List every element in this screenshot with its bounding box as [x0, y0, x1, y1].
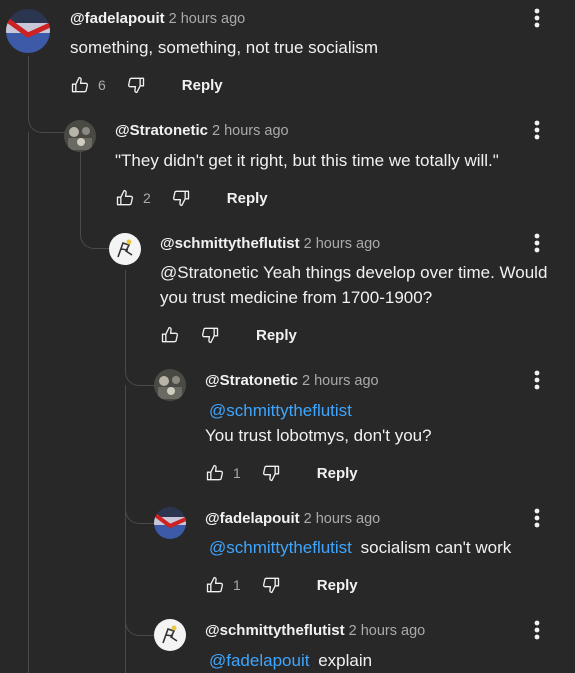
timestamp[interactable]: 2 hours ago: [304, 236, 381, 252]
more-vertical-icon[interactable]: [525, 231, 549, 255]
thread-connector: [125, 270, 154, 386]
thread-connector: [28, 132, 29, 673]
author-handle[interactable]: @Stratonetic: [205, 372, 298, 389]
comment-body: You trust lobotmys, don't you?: [205, 426, 432, 445]
timestamp[interactable]: 2 hours ago: [349, 623, 426, 639]
photo-avatar-icon: [154, 369, 186, 401]
comment-body: explain: [318, 651, 373, 670]
more-vertical-icon[interactable]: [525, 618, 549, 642]
flag-avatar-icon: [154, 507, 186, 539]
comment-actions: Reply: [158, 323, 297, 347]
comment-header: @schmittytheflutist 2 hours ago: [205, 622, 425, 639]
more-vertical-icon[interactable]: [525, 118, 549, 142]
reply-button[interactable]: Reply: [227, 190, 268, 207]
photo-avatar-icon: [64, 120, 96, 152]
mention-link[interactable]: @schmittytheflutist: [209, 538, 352, 557]
reply-button[interactable]: Reply: [317, 577, 358, 594]
timestamp[interactable]: 2 hours ago: [212, 123, 289, 139]
comment-text: something, something, not true socialism: [70, 38, 379, 57]
thread-connector: [80, 152, 109, 249]
thumbs-down-icon[interactable]: [124, 73, 148, 97]
author-handle[interactable]: @Stratonetic: [115, 122, 208, 139]
thread-connector: [125, 385, 126, 673]
avatar[interactable]: [6, 9, 50, 53]
thread-connector: [125, 490, 154, 524]
comment-header: @fadelapouit 2 hours ago: [70, 10, 245, 27]
author-handle[interactable]: @schmittytheflutist: [160, 235, 300, 252]
timestamp[interactable]: 2 hours ago: [304, 511, 381, 527]
comment-text: @schmittytheflutist You trust lobotmys, …: [205, 398, 545, 448]
like-count: 1: [233, 465, 241, 481]
reply-button[interactable]: Reply: [256, 327, 297, 344]
thumbs-up-icon[interactable]: [113, 186, 137, 210]
mention-link[interactable]: @fadelapouit: [209, 651, 309, 670]
comment-text: @fadelapouit explain: [205, 648, 545, 673]
comment-header: @Stratonetic 2 hours ago: [205, 372, 379, 389]
more-vertical-icon[interactable]: [525, 368, 549, 392]
thumbs-up-icon[interactable]: [158, 323, 182, 347]
thread-connector: [125, 600, 154, 636]
more-vertical-icon[interactable]: [525, 506, 549, 530]
comment-actions: 1 Reply: [203, 573, 358, 597]
avatar[interactable]: [109, 233, 141, 265]
author-handle[interactable]: @schmittytheflutist: [205, 622, 345, 639]
reply-button[interactable]: Reply: [317, 465, 358, 482]
avatar[interactable]: [154, 369, 186, 401]
comment-text: @schmittytheflutist socialism can't work: [205, 535, 545, 560]
like-count: 6: [98, 77, 106, 93]
more-vertical-icon[interactable]: [525, 6, 549, 30]
thumbs-up-icon[interactable]: [68, 73, 92, 97]
timestamp[interactable]: 2 hours ago: [302, 373, 379, 389]
comment-header: @Stratonetic 2 hours ago: [115, 122, 289, 139]
sketch-avatar-icon: [154, 619, 186, 651]
thumbs-down-icon[interactable]: [259, 461, 283, 485]
thumbs-down-icon[interactable]: [198, 323, 222, 347]
reply-button[interactable]: Reply: [182, 77, 223, 94]
comment-actions: 1 Reply: [203, 461, 358, 485]
sketch-avatar-icon: [109, 233, 141, 265]
comment-actions: 6 Reply: [68, 73, 223, 97]
thread-connector: [28, 56, 65, 133]
timestamp[interactable]: 2 hours ago: [169, 11, 246, 27]
flag-avatar-icon: [6, 9, 50, 53]
comment-header: @schmittytheflutist 2 hours ago: [160, 235, 380, 252]
avatar[interactable]: [64, 120, 96, 152]
avatar[interactable]: [154, 619, 186, 651]
comment-text: @Stratonetic Yeah things develop over ti…: [160, 263, 548, 307]
comment-body: socialism can't work: [360, 538, 512, 557]
comment-actions: 2 Reply: [113, 186, 268, 210]
thumbs-down-icon[interactable]: [259, 573, 283, 597]
like-count: 2: [143, 190, 151, 206]
thumbs-down-icon[interactable]: [169, 186, 193, 210]
mention-link[interactable]: @schmittytheflutist: [209, 401, 352, 420]
like-count: 1: [233, 577, 241, 593]
author-handle[interactable]: @fadelapouit: [205, 510, 300, 527]
thumbs-up-icon[interactable]: [203, 573, 227, 597]
thumbs-up-icon[interactable]: [203, 461, 227, 485]
author-handle[interactable]: @fadelapouit: [70, 10, 165, 27]
comment-header: @fadelapouit 2 hours ago: [205, 510, 380, 527]
avatar[interactable]: [154, 507, 186, 539]
comment-text: "They didn't get it right, but this time…: [115, 151, 499, 170]
